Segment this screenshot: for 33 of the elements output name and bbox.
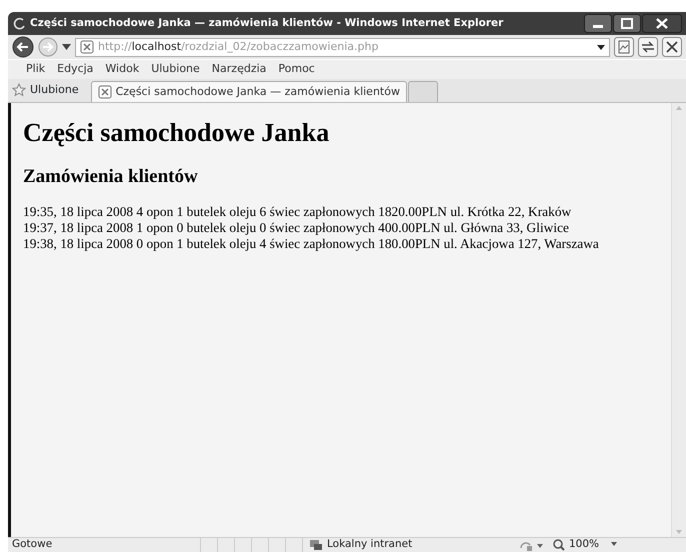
- menu-item[interactable]: Edycja: [57, 61, 94, 78]
- address-field[interactable]: http://localhost/rozdzial_02/zobaczzamowienia.php: [75, 38, 610, 56]
- order-line: 19:38, 18 lipca 2008 0 opon 1 butelek oleju 4 świec zapłonowych 180.00PLN ul. Akacjowa 127, Warszawa: [23, 236, 600, 252]
- compatibility-button[interactable]: [614, 37, 634, 57]
- zoom-magnifier-icon: [553, 539, 565, 551]
- order-line: 19:37, 18 lipca 2008 1 opon 0 butelek oleju 0 świec zapłonowych 400.00PLN ul. Główna 33, Gliwice: [23, 220, 570, 236]
- security-zone-text: Lokalny intranet: [327, 537, 412, 552]
- page-icon: [80, 40, 94, 54]
- page-icon: [98, 85, 112, 99]
- dropdown-arrow-icon[interactable]: [597, 44, 605, 50]
- menu-item[interactable]: Plik: [26, 61, 46, 78]
- menu-item[interactable]: Widok: [105, 61, 140, 78]
- menu-item[interactable]: Narzędzia: [212, 61, 266, 78]
- status-text: Gotowe: [11, 537, 54, 552]
- browser-tab[interactable]: Części samochodowe Janka — zamówienia klientów: [90, 81, 407, 102]
- page-heading: Części samochodowe Janka: [23, 117, 330, 148]
- network-computer-icon: [309, 538, 323, 552]
- menu-item[interactable]: Ulubione: [151, 61, 200, 78]
- window-title: Części samochodowe Janka — zamówienia klientów - Windows Internet Explorer: [30, 16, 504, 31]
- star-icon: [12, 82, 26, 97]
- zoom-level-text[interactable]: 100%: [569, 537, 600, 552]
- close-button[interactable]: [642, 14, 682, 33]
- stop-button[interactable]: [662, 37, 682, 57]
- order-line: 19:35, 18 lipca 2008 4 opon 1 butelek oleju 6 świec zapłonowych 1820.00PLN ul. Krótka 22, Kraków: [23, 204, 572, 220]
- maximize-button[interactable]: [613, 14, 641, 33]
- browser-logo-icon: [12, 16, 26, 30]
- refresh-button[interactable]: [638, 37, 658, 57]
- favorites-button[interactable]: Ulubione: [30, 82, 79, 98]
- dropdown-arrow-icon[interactable]: [62, 44, 71, 50]
- page-subheading: Zamówienia klientów: [23, 166, 199, 189]
- back-button[interactable]: [12, 36, 34, 58]
- menu-item[interactable]: Pomoc: [278, 61, 315, 78]
- minimize-button[interactable]: [584, 14, 612, 33]
